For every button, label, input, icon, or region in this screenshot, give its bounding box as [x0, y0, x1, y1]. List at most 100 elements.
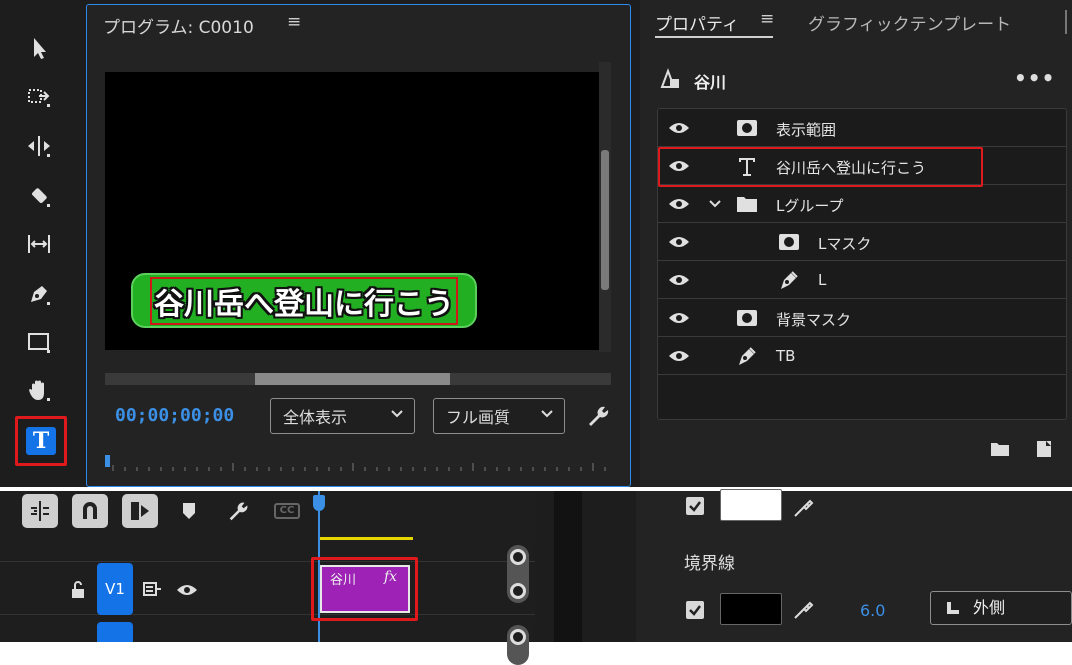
- visibility-eye-icon[interactable]: [668, 310, 690, 326]
- clip-highlight-annotation: [311, 557, 418, 621]
- scrollbar-thumb[interactable]: [601, 150, 609, 290]
- zoom-level-value: 全体表示: [283, 408, 348, 427]
- stroke-position-value: 外側: [973, 598, 1006, 617]
- video-preview[interactable]: 谷川岳へ登山に行こう: [105, 72, 599, 350]
- visibility-eye-icon[interactable]: [668, 196, 690, 212]
- panel-menu-icon[interactable]: ≡: [287, 12, 301, 32]
- work-area-bar[interactable]: [320, 537, 413, 540]
- stroke-width-value[interactable]: 6.0: [860, 601, 885, 620]
- vertical-scrollbar[interactable]: [599, 62, 611, 352]
- track-height-scroll[interactable]: [507, 625, 529, 665]
- horizontal-scrollbar[interactable]: [105, 373, 611, 385]
- sync-lock-icon[interactable]: [142, 581, 162, 597]
- layer-label: L: [818, 271, 827, 289]
- type-tool-button[interactable]: T: [15, 416, 67, 466]
- panel-divider: [554, 491, 582, 642]
- playhead-timecode[interactable]: 00;00;00;00: [115, 405, 234, 426]
- stroke-outer-icon: [947, 602, 959, 614]
- essential-graphics-appearance: 境界線 6.0 外側: [636, 489, 1072, 642]
- linked-selection-button[interactable]: [72, 494, 108, 528]
- bottom-screenshot: CC V1 谷川 fx 境界線 6.0 外側: [0, 489, 1072, 665]
- layer-row[interactable]: L: [658, 261, 1066, 299]
- more-options-icon[interactable]: •••: [1014, 66, 1055, 90]
- layer-label: Lマスク: [818, 235, 872, 253]
- layer-label: Lグループ: [776, 197, 844, 215]
- stroke-checkbox[interactable]: [686, 601, 704, 619]
- mask-icon: [737, 120, 757, 136]
- wrench-icon[interactable]: [585, 403, 611, 429]
- layer-highlight-annotation: [658, 147, 983, 187]
- zoom-level-select[interactable]: 全体表示: [270, 398, 415, 434]
- layer-row[interactable]: Lマスク: [658, 223, 1066, 261]
- visibility-eye-icon[interactable]: [668, 348, 690, 364]
- layer-label: 背景マスク: [776, 311, 852, 329]
- layer-row[interactable]: TB: [658, 337, 1066, 375]
- chevron-down-icon: [541, 410, 553, 418]
- scroll-handle[interactable]: [510, 583, 526, 599]
- tools-panel: T: [0, 0, 80, 487]
- mask-icon: [779, 234, 799, 250]
- layer-label: 表示範囲: [776, 121, 837, 139]
- mask-icon: [737, 310, 757, 326]
- layer-row[interactable]: Lグループ: [658, 185, 1066, 223]
- fill-color-swatch[interactable]: [720, 489, 782, 521]
- pen-icon: [739, 347, 756, 365]
- track-target-next[interactable]: [97, 622, 133, 642]
- captions-icon[interactable]: CC: [274, 503, 300, 519]
- new-group-folder-icon[interactable]: [990, 440, 1010, 458]
- snap-button[interactable]: [22, 494, 58, 528]
- snap-icon: [31, 501, 49, 521]
- layer-label: TB: [776, 347, 796, 365]
- program-monitor-panel: プログラム: C0010 ≡ 谷川岳へ登山に行こう 00;00;00;00 全体…: [86, 4, 631, 487]
- rectangle-tool-icon[interactable]: [18, 324, 60, 360]
- scroll-handle[interactable]: [510, 629, 526, 645]
- slip-tool-icon[interactable]: [18, 226, 60, 262]
- track-height-scroll[interactable]: [507, 545, 529, 603]
- tab-separator: [1065, 10, 1067, 34]
- eyedropper-icon[interactable]: [792, 497, 814, 519]
- razor-tool-icon[interactable]: [18, 178, 60, 214]
- active-tab-underline: [655, 36, 773, 38]
- caption-graphic[interactable]: 谷川岳へ登山に行こう: [131, 273, 477, 328]
- tab-graphic-templates[interactable]: グラフィックテンプレート: [808, 10, 1011, 35]
- lock-open-icon[interactable]: [70, 581, 86, 599]
- folder-icon: [737, 197, 757, 212]
- track-select-tool-icon[interactable]: [18, 78, 60, 114]
- visibility-eye-icon[interactable]: [668, 234, 690, 250]
- hand-tool-icon[interactable]: [18, 372, 60, 408]
- ripple-edit-tool-icon[interactable]: [18, 128, 60, 164]
- object-name: 谷川: [694, 73, 727, 92]
- layer-row[interactable]: 表示範囲: [658, 109, 1066, 147]
- add-marker-panel-button[interactable]: [122, 494, 158, 528]
- tab-properties[interactable]: プロパティ: [655, 10, 739, 35]
- time-ruler[interactable]: [105, 453, 611, 475]
- marker-icon[interactable]: [180, 501, 198, 521]
- stroke-section-label: 境界線: [684, 554, 735, 574]
- track-visibility-eye-icon[interactable]: [176, 582, 198, 598]
- checkmark-icon: [689, 605, 701, 616]
- chevron-down-icon[interactable]: [708, 197, 722, 211]
- selection-tool-icon[interactable]: [18, 30, 60, 66]
- fill-checkbox[interactable]: [686, 497, 704, 515]
- scrollbar-thumb[interactable]: [255, 373, 450, 385]
- stroke-position-select[interactable]: 外側: [930, 591, 1072, 625]
- program-monitor-title[interactable]: プログラム: C0010: [103, 13, 254, 38]
- nest-icon: [131, 502, 149, 520]
- timeline-panel: CC V1 谷川 fx: [0, 491, 535, 665]
- playback-quality-select[interactable]: フル画質: [433, 398, 565, 434]
- caption-text[interactable]: 谷川岳へ登山に行こう: [150, 276, 458, 325]
- track-target-v1[interactable]: V1: [97, 563, 133, 615]
- stroke-color-swatch[interactable]: [720, 593, 782, 625]
- layer-row[interactable]: 背景マスク: [658, 299, 1066, 337]
- panel-menu-icon[interactable]: ≡: [760, 9, 774, 29]
- text-tool-icon: T: [26, 427, 56, 455]
- scroll-handle[interactable]: [510, 549, 526, 565]
- wrench-icon[interactable]: [226, 499, 250, 523]
- checkmark-icon: [689, 501, 701, 512]
- eyedropper-icon[interactable]: [792, 599, 814, 621]
- visibility-eye-icon[interactable]: [668, 120, 690, 136]
- visibility-eye-icon[interactable]: [668, 272, 690, 288]
- new-layer-icon[interactable]: [1036, 440, 1052, 458]
- top-screenshot: T プログラム: C0010 ≡ 谷川岳へ登山に行こう 00;00;00;00 …: [0, 0, 1072, 487]
- pen-tool-icon[interactable]: [18, 276, 60, 312]
